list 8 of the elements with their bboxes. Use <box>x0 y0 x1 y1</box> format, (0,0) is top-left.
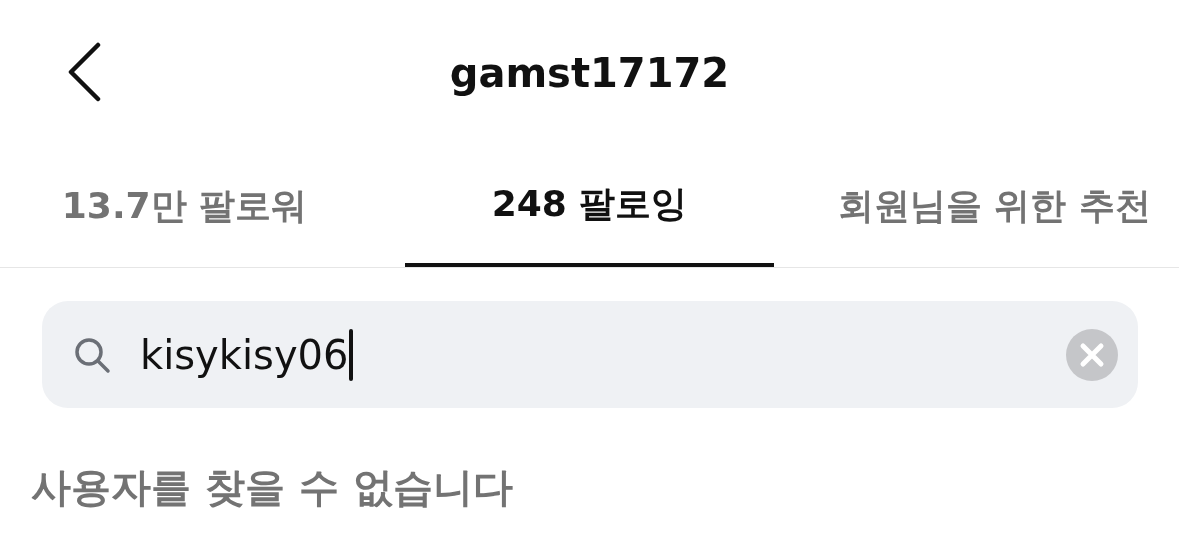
back-icon[interactable] <box>66 42 102 102</box>
search-field[interactable]: kisykisy06 <box>42 301 1138 408</box>
no-results-message: 사용자를 찾을 수 없습니다 <box>30 463 514 512</box>
tab[interactable]: 248 팔로잉 <box>405 145 774 267</box>
tab[interactable]: 13.7만 팔로워 <box>0 145 369 267</box>
tab[interactable]: 회원님을 위한 추천 <box>810 145 1179 267</box>
text-cursor <box>349 328 354 381</box>
profile-username: gamst17172 <box>449 49 730 96</box>
